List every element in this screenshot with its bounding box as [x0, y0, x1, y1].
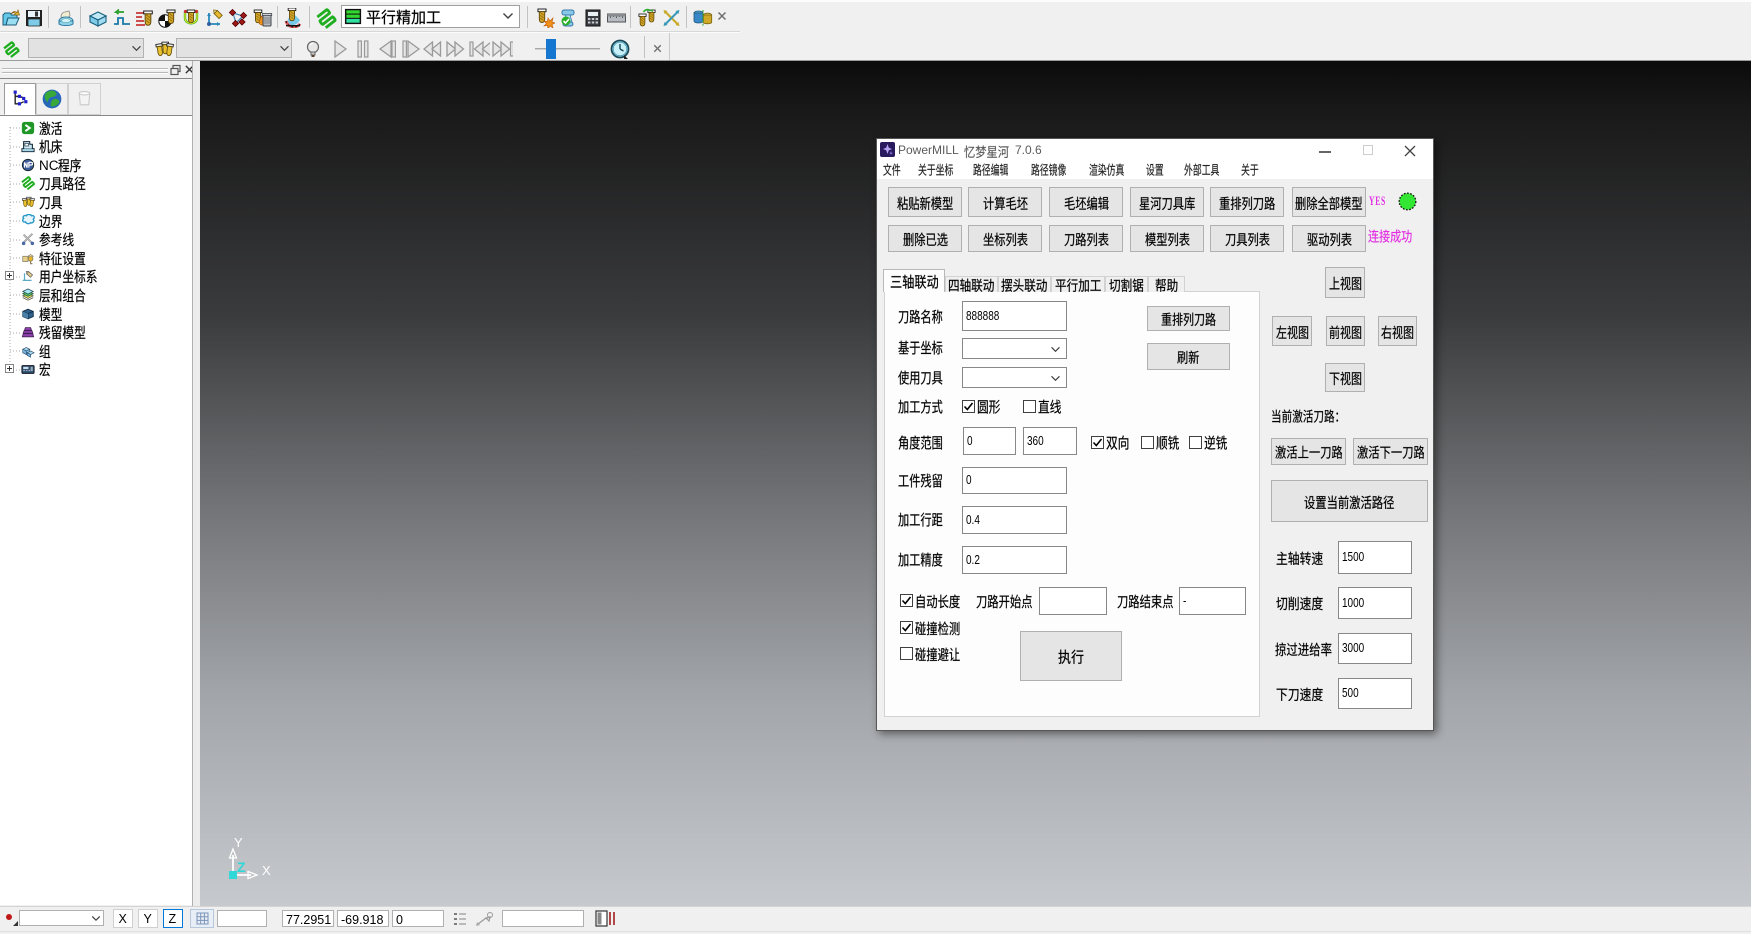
svg-text:X: X — [262, 863, 271, 878]
svg-text:Z: Z — [237, 859, 246, 875]
svg-text:Y: Y — [234, 835, 243, 850]
